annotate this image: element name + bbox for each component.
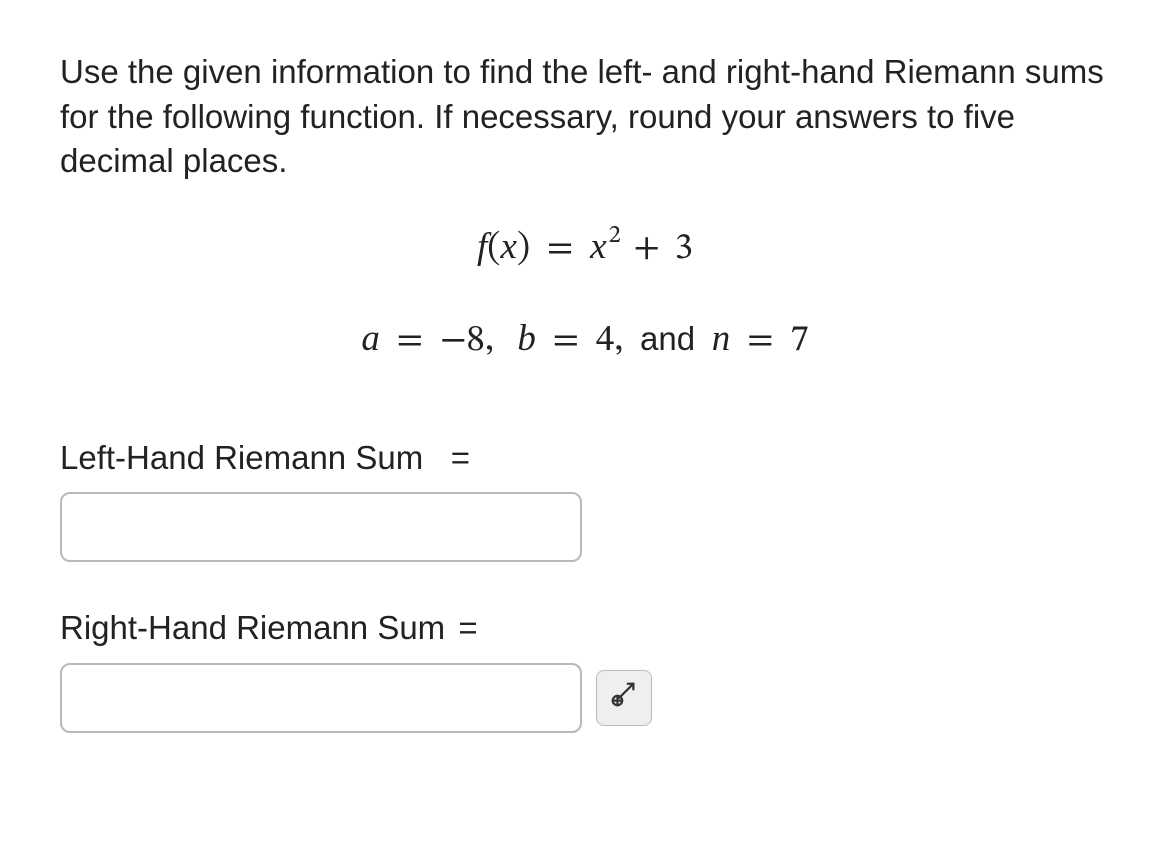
right-sum-input[interactable]	[60, 663, 582, 733]
param-a-value: −8	[440, 322, 485, 359]
open-paren: (	[487, 230, 500, 267]
rhs-constant: 3	[675, 230, 693, 267]
param-n-value: 7	[790, 322, 808, 359]
param-b-symbol: b	[517, 318, 536, 359]
math-keyboard-button[interactable]	[596, 670, 652, 726]
problem-prompt: Use the given information to find the le…	[60, 50, 1110, 184]
left-sum-label: Left-Hand Riemann Sum	[60, 439, 423, 476]
param-n-eq: =	[747, 322, 774, 359]
key-icon	[609, 679, 639, 716]
function-definition: f(x) = x2 + 3	[60, 222, 1110, 274]
func-f: f	[477, 226, 487, 267]
comma-1: ,	[485, 322, 494, 359]
param-b-value: 4	[596, 322, 614, 359]
left-sum-group: Left-Hand Riemann Sum =	[60, 436, 1110, 563]
rhs-exponent: 2	[609, 223, 621, 248]
right-sum-label: Right-Hand Riemann Sum	[60, 609, 445, 646]
right-sum-label-row: Right-Hand Riemann Sum =	[60, 606, 1110, 651]
equals-sign: =	[547, 230, 574, 267]
param-a-symbol: a	[361, 318, 380, 359]
func-var-x: x	[500, 226, 516, 267]
plus-sign: +	[633, 230, 660, 267]
and-text: and	[640, 320, 695, 357]
left-sum-label-row: Left-Hand Riemann Sum =	[60, 436, 1110, 481]
param-a-eq: =	[397, 322, 424, 359]
rhs-x: x	[590, 226, 606, 267]
comma-2: ,	[614, 322, 623, 359]
param-b-eq: =	[553, 322, 580, 359]
left-sum-input[interactable]	[60, 492, 582, 562]
left-sum-equals: =	[451, 439, 470, 476]
right-sum-group: Right-Hand Riemann Sum =	[60, 606, 1110, 733]
parameters: a = −8, b = 4, and n = 7	[60, 314, 1110, 366]
close-paren: )	[517, 230, 530, 267]
param-n-symbol: n	[712, 318, 731, 359]
right-sum-equals: =	[458, 609, 477, 646]
